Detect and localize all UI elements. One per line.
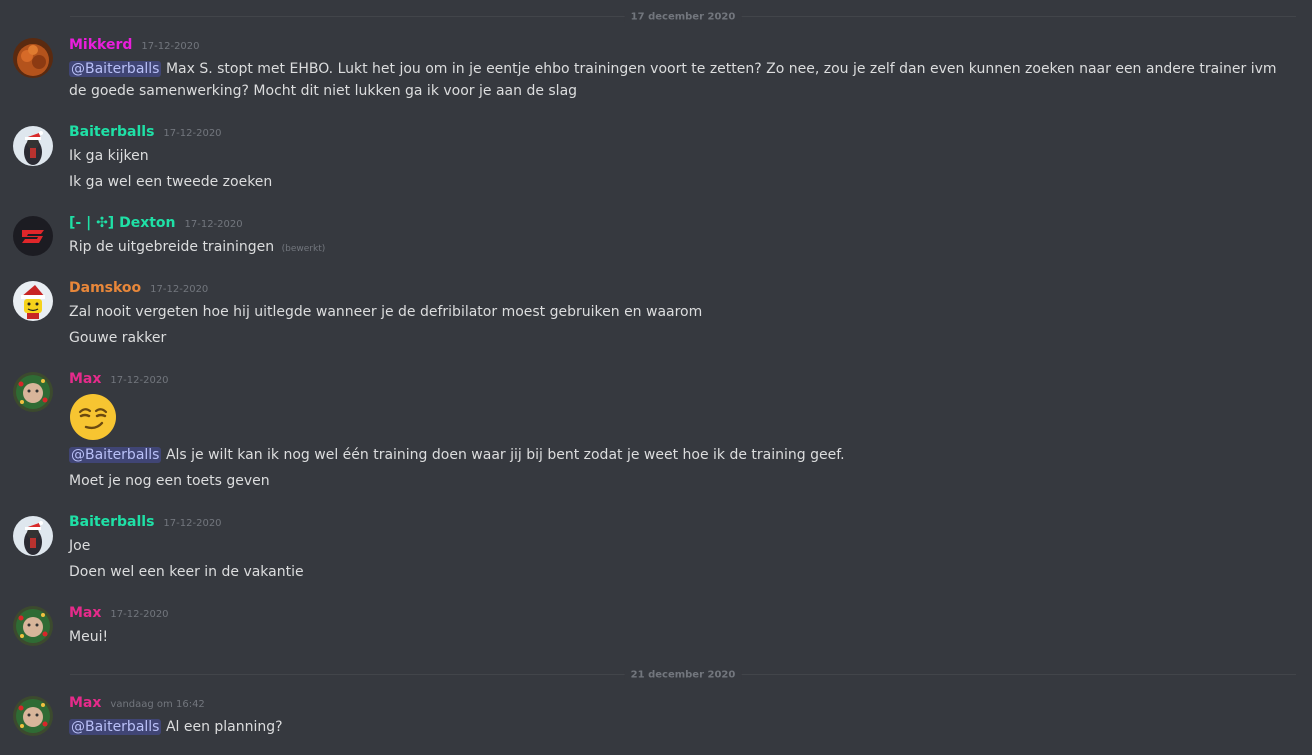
- smirking-face-icon[interactable]: [69, 393, 117, 441]
- timestamp[interactable]: 17-12-2020: [110, 609, 168, 620]
- author-name[interactable]: [- | ✣] Dexton: [69, 215, 176, 231]
- user-mention[interactable]: @Baiterballs: [69, 719, 162, 735]
- message-content: Max S. stopt met EHBO. Lukt het jou om i…: [69, 61, 1277, 99]
- timestamp[interactable]: 17-12-2020: [185, 219, 243, 230]
- message-text: @Baiterballs Als je wilt kan ik nog wel …: [69, 444, 845, 466]
- message-text: Zal nooit vergeten hoe hij uitlegde wann…: [69, 304, 703, 320]
- message-header: Max vandaag om 16:42: [69, 695, 205, 715]
- author-name[interactable]: Mikkerd: [69, 37, 132, 53]
- message-text: @Baiterballs Max S. stopt met EHBO. Lukt…: [69, 58, 1294, 102]
- user-mention[interactable]: @Baiterballs: [69, 61, 162, 77]
- author-name[interactable]: Damskoo: [69, 280, 141, 296]
- author-name[interactable]: Baiterballs: [69, 514, 154, 530]
- user-mention[interactable]: @Baiterballs: [69, 447, 162, 463]
- author-name[interactable]: Max: [69, 695, 101, 711]
- christmas-wreath-avatar-icon[interactable]: [13, 372, 53, 412]
- date-divider: 21 december 2020: [70, 669, 1296, 681]
- timestamp[interactable]: vandaag om 16:42: [110, 699, 204, 710]
- santa-hat-rider-avatar-icon[interactable]: [13, 126, 53, 166]
- timestamp[interactable]: 17-12-2020: [163, 128, 221, 139]
- message-text: Moet je nog een toets geven: [69, 473, 270, 489]
- message-content: Rip de uitgebreide trainingen: [69, 239, 275, 255]
- author-name[interactable]: Baiterballs: [69, 124, 154, 140]
- message-header: Baiterballs 17-12-2020: [69, 124, 222, 144]
- message-header: Max 17-12-2020: [69, 605, 169, 625]
- message-text: @Baiterballs Al een planning?: [69, 716, 283, 738]
- message-header: [- | ✣] Dexton 17-12-2020: [69, 215, 243, 235]
- message-header: Max 17-12-2020: [69, 371, 169, 391]
- timestamp[interactable]: 17-12-2020: [150, 284, 208, 295]
- message-header: Mikkerd 17-12-2020: [69, 37, 200, 57]
- message-text: Gouwe rakker: [69, 330, 167, 346]
- timestamp[interactable]: 17-12-2020: [163, 518, 221, 529]
- date-divider: 17 december 2020: [70, 11, 1296, 23]
- author-name[interactable]: Max: [69, 605, 101, 621]
- message-text: Joe: [69, 538, 91, 554]
- edited-label: (bewerkt): [281, 244, 326, 254]
- message-header: Baiterballs 17-12-2020: [69, 514, 222, 534]
- message-header: Damskoo 17-12-2020: [69, 280, 208, 300]
- message-text: Meui!: [69, 629, 109, 645]
- message-content: Al een planning?: [165, 719, 283, 735]
- red-s-logo-avatar-icon[interactable]: [13, 216, 53, 256]
- lego-santa-avatar-icon[interactable]: [13, 281, 53, 321]
- message-text: Ik ga kijken: [69, 148, 149, 164]
- christmas-wreath-avatar-icon[interactable]: [13, 606, 53, 646]
- timestamp[interactable]: 17-12-2020: [141, 41, 199, 52]
- date-divider-label: 21 december 2020: [624, 669, 742, 681]
- message-text: Ik ga wel een tweede zoeken: [69, 174, 273, 190]
- fox-avatar-icon[interactable]: [13, 38, 53, 78]
- santa-hat-rider-avatar-icon[interactable]: [13, 516, 53, 556]
- date-divider-label: 17 december 2020: [624, 11, 742, 23]
- message-text: Rip de uitgebreide trainingen (bewerkt): [69, 236, 325, 260]
- timestamp[interactable]: 17-12-2020: [110, 375, 168, 386]
- message-content: Als je wilt kan ik nog wel één training …: [165, 447, 845, 463]
- chat-messages: 17 december 2020 Mikkerd 17-12-2020 @Bai…: [0, 0, 1312, 755]
- christmas-wreath-avatar-icon[interactable]: [13, 696, 53, 736]
- author-name[interactable]: Max: [69, 371, 101, 387]
- message-text: Doen wel een keer in de vakantie: [69, 564, 304, 580]
